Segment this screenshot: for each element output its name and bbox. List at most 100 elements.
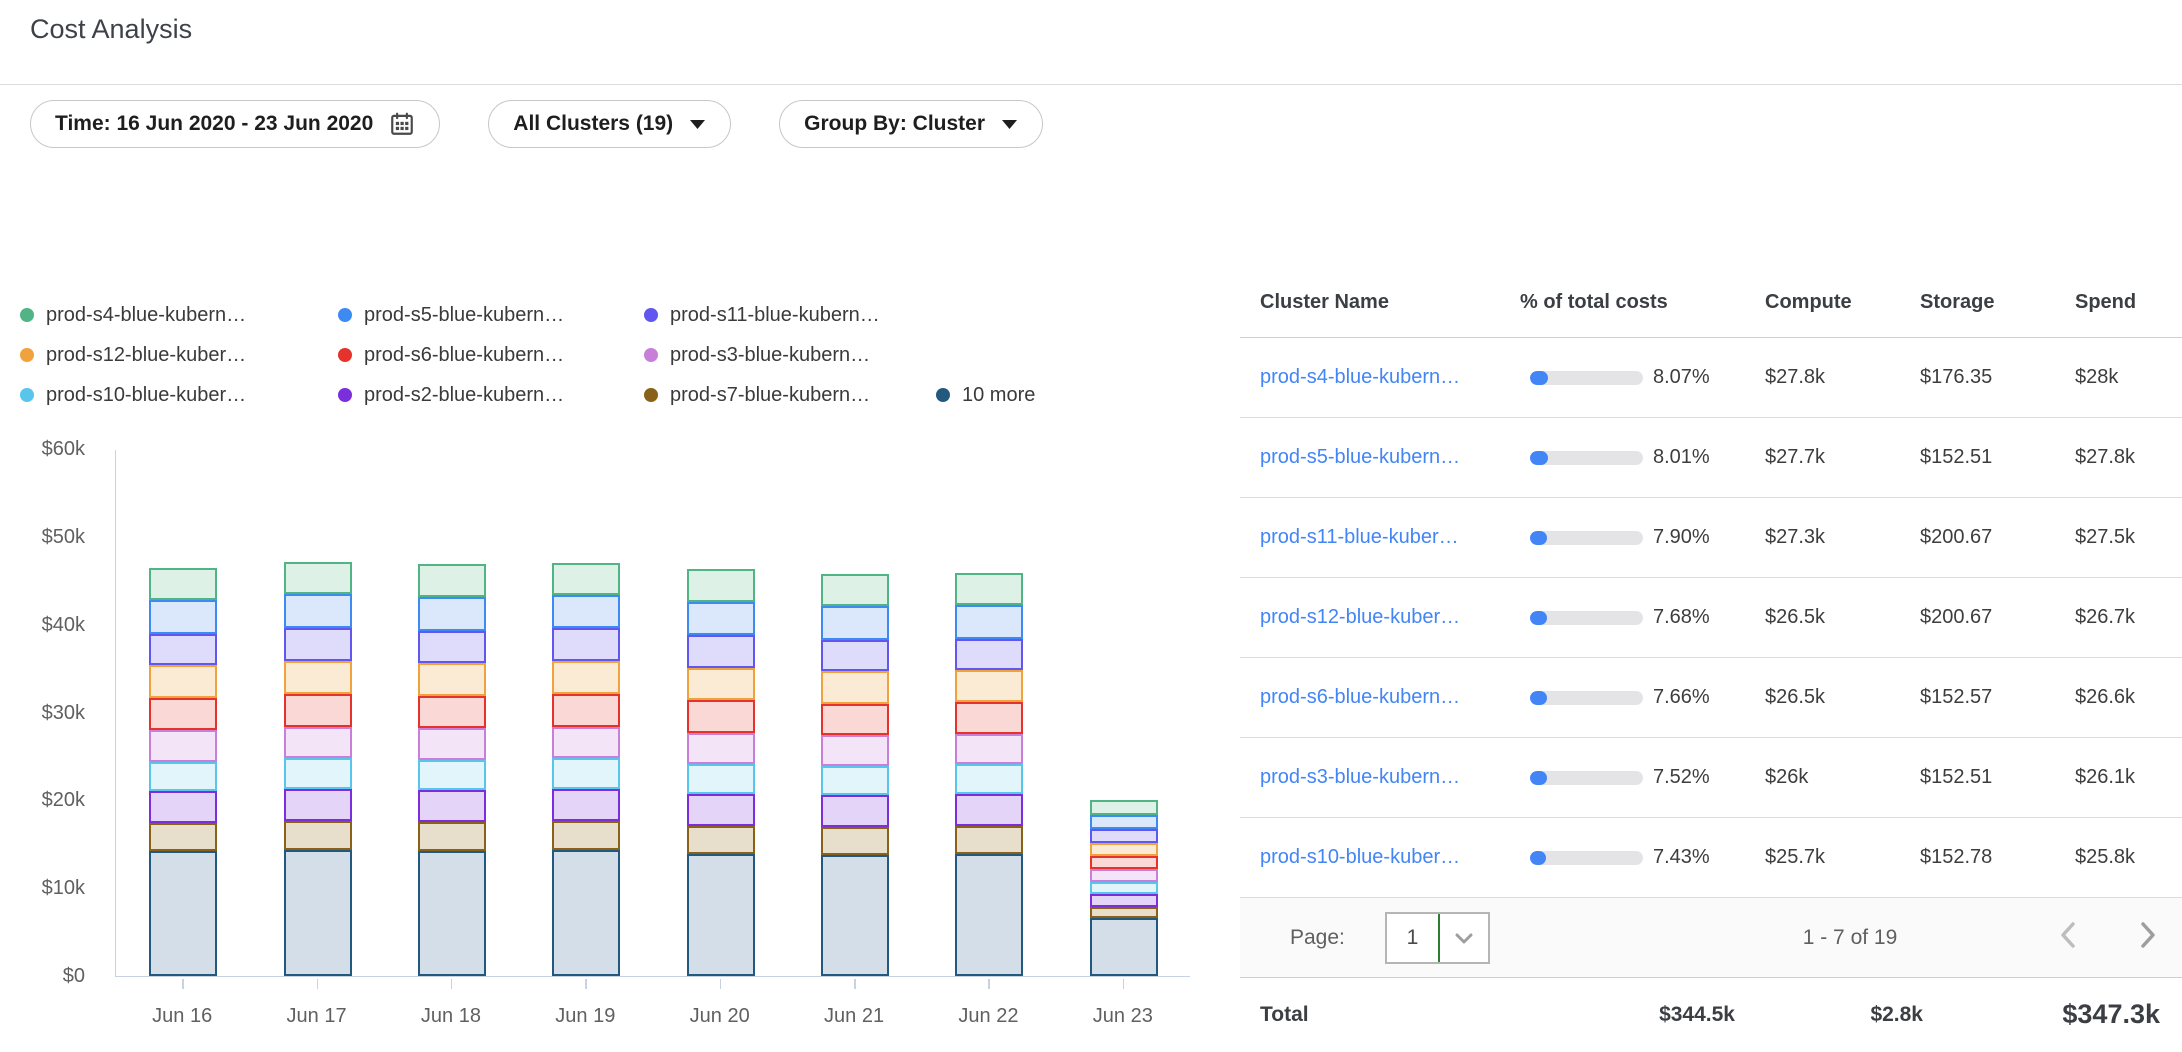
bar-segment[interactable] bbox=[149, 665, 217, 697]
bar-segment[interactable] bbox=[418, 564, 486, 596]
bar-segment[interactable] bbox=[821, 735, 889, 766]
bar-segment[interactable] bbox=[418, 728, 486, 760]
bar-segment[interactable] bbox=[821, 855, 889, 976]
bar-segment[interactable] bbox=[418, 663, 486, 695]
bar-segment[interactable] bbox=[1090, 882, 1158, 894]
bar-segment[interactable] bbox=[687, 635, 755, 667]
bar-jun-22[interactable] bbox=[955, 573, 1023, 976]
bar-segment[interactable] bbox=[1090, 829, 1158, 842]
bar-segment[interactable] bbox=[284, 850, 352, 976]
bar-segment[interactable] bbox=[552, 563, 620, 595]
legend-item[interactable]: prod-s12-blue-kuber… bbox=[20, 344, 338, 367]
bar-segment[interactable] bbox=[955, 764, 1023, 794]
bar-segment[interactable] bbox=[821, 606, 889, 639]
bar-segment[interactable] bbox=[687, 602, 755, 635]
bar-segment[interactable] bbox=[149, 600, 217, 633]
legend-item[interactable]: prod-s10-blue-kuber… bbox=[20, 384, 338, 407]
bar-segment[interactable] bbox=[418, 851, 486, 976]
bar-segment[interactable] bbox=[284, 628, 352, 660]
bar-segment[interactable] bbox=[1090, 815, 1158, 829]
bar-segment[interactable] bbox=[687, 733, 755, 765]
bar-segment[interactable] bbox=[955, 734, 1023, 765]
bar-segment[interactable] bbox=[687, 794, 755, 826]
bar-segment[interactable] bbox=[687, 826, 755, 854]
bar-segment[interactable] bbox=[552, 694, 620, 726]
legend-item[interactable]: prod-s5-blue-kubern… bbox=[338, 304, 644, 327]
bar-segment[interactable] bbox=[687, 764, 755, 794]
bar-segment[interactable] bbox=[821, 574, 889, 606]
bar-jun-19[interactable] bbox=[552, 563, 620, 976]
bar-segment[interactable] bbox=[821, 795, 889, 827]
legend-item[interactable]: prod-s2-blue-kubern… bbox=[338, 384, 644, 407]
clusters-filter-pill[interactable]: All Clusters (19) bbox=[488, 100, 731, 148]
bar-segment[interactable] bbox=[552, 850, 620, 976]
bar-segment[interactable] bbox=[284, 758, 352, 789]
bar-segment[interactable] bbox=[552, 758, 620, 789]
cluster-link[interactable]: prod-s11-blue-kuber… bbox=[1260, 526, 1459, 549]
bar-segment[interactable] bbox=[1090, 843, 1158, 856]
bar-jun-23[interactable] bbox=[1090, 800, 1158, 976]
page-select[interactable]: 1 bbox=[1385, 912, 1490, 964]
bar-segment[interactable] bbox=[1090, 894, 1158, 906]
legend-item[interactable]: prod-s11-blue-kubern… bbox=[644, 304, 936, 327]
bar-segment[interactable] bbox=[552, 661, 620, 694]
legend-item[interactable]: prod-s7-blue-kubern… bbox=[644, 384, 936, 407]
bar-segment[interactable] bbox=[955, 794, 1023, 826]
bar-segment[interactable] bbox=[418, 822, 486, 851]
bar-segment[interactable] bbox=[552, 727, 620, 759]
groupby-filter-pill[interactable]: Group By: Cluster bbox=[779, 100, 1043, 148]
bar-segment[interactable] bbox=[955, 854, 1023, 976]
bar-segment[interactable] bbox=[284, 821, 352, 850]
bar-segment[interactable] bbox=[955, 605, 1023, 638]
bar-segment[interactable] bbox=[1090, 800, 1158, 815]
bar-segment[interactable] bbox=[418, 597, 486, 631]
bar-segment[interactable] bbox=[1090, 907, 1158, 918]
cluster-link[interactable]: prod-s12-blue-kuber… bbox=[1260, 606, 1460, 629]
bar-jun-18[interactable] bbox=[418, 564, 486, 976]
bar-segment[interactable] bbox=[418, 790, 486, 822]
bar-segment[interactable] bbox=[955, 702, 1023, 734]
cluster-link[interactable]: prod-s6-blue-kubern… bbox=[1260, 686, 1460, 709]
bar-segment[interactable] bbox=[687, 668, 755, 700]
bar-segment[interactable] bbox=[955, 670, 1023, 702]
bar-segment[interactable] bbox=[552, 595, 620, 628]
bar-segment[interactable] bbox=[284, 562, 352, 594]
bar-segment[interactable] bbox=[1090, 918, 1158, 976]
bar-segment[interactable] bbox=[687, 854, 755, 976]
bar-jun-16[interactable] bbox=[149, 568, 217, 976]
bar-segment[interactable] bbox=[149, 698, 217, 730]
bar-segment[interactable] bbox=[284, 594, 352, 628]
bar-segment[interactable] bbox=[821, 640, 889, 672]
legend-item[interactable]: 10 more bbox=[936, 384, 1035, 407]
bar-segment[interactable] bbox=[149, 823, 217, 851]
legend-item[interactable]: prod-s4-blue-kubern… bbox=[20, 304, 338, 327]
bar-segment[interactable] bbox=[418, 631, 486, 663]
bar-segment[interactable] bbox=[821, 671, 889, 703]
bar-segment[interactable] bbox=[687, 569, 755, 601]
bar-segment[interactable] bbox=[821, 827, 889, 855]
bar-jun-20[interactable] bbox=[687, 569, 755, 976]
bar-segment[interactable] bbox=[955, 826, 1023, 854]
legend-item[interactable]: prod-s3-blue-kubern… bbox=[644, 344, 936, 367]
bar-segment[interactable] bbox=[955, 639, 1023, 671]
prev-page-button[interactable] bbox=[2048, 898, 2088, 977]
bar-segment[interactable] bbox=[687, 700, 755, 732]
bar-segment[interactable] bbox=[284, 789, 352, 821]
bar-segment[interactable] bbox=[1090, 869, 1158, 882]
bar-segment[interactable] bbox=[955, 573, 1023, 605]
bar-segment[interactable] bbox=[418, 696, 486, 728]
bar-segment[interactable] bbox=[149, 851, 217, 976]
bar-segment[interactable] bbox=[1090, 856, 1158, 869]
bar-segment[interactable] bbox=[552, 628, 620, 660]
bar-segment[interactable] bbox=[552, 789, 620, 821]
bar-segment[interactable] bbox=[149, 762, 217, 791]
cluster-link[interactable]: prod-s10-blue-kuber… bbox=[1260, 846, 1460, 869]
bar-segment[interactable] bbox=[149, 634, 217, 666]
next-page-button[interactable] bbox=[2128, 898, 2168, 977]
bar-segment[interactable] bbox=[284, 727, 352, 759]
bar-segment[interactable] bbox=[552, 821, 620, 850]
bar-segment[interactable] bbox=[149, 730, 217, 762]
bar-segment[interactable] bbox=[821, 766, 889, 795]
bar-jun-17[interactable] bbox=[284, 562, 352, 976]
bar-segment[interactable] bbox=[821, 704, 889, 736]
